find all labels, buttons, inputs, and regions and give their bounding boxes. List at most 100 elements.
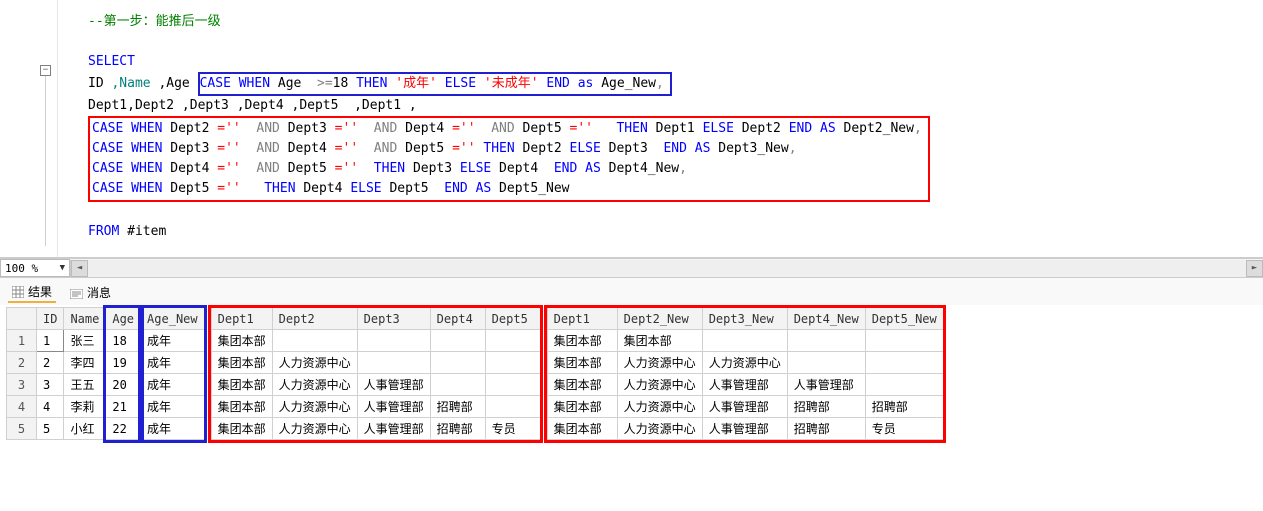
cell[interactable]: 专员 bbox=[865, 418, 943, 440]
code-area[interactable]: --第一步：能推后一级 SELECT ID ,Name ,Age CASE WH… bbox=[58, 0, 1263, 257]
cell[interactable] bbox=[430, 352, 485, 374]
table-row[interactable]: 11张三18成年 bbox=[7, 330, 205, 352]
cell[interactable] bbox=[702, 330, 787, 352]
cell[interactable]: 集团本部 bbox=[211, 396, 272, 418]
table-row[interactable]: 集团本部 bbox=[211, 330, 540, 352]
row-header[interactable]: 1 bbox=[7, 330, 37, 352]
cell[interactable]: 集团本部 bbox=[211, 352, 272, 374]
cell[interactable]: 1 bbox=[37, 330, 64, 352]
results-grid-2[interactable]: Dept1Dept2Dept3Dept4Dept5集团本部集团本部人力资源中心集… bbox=[211, 307, 541, 440]
cell[interactable] bbox=[357, 352, 430, 374]
cell[interactable]: 人力资源中心 bbox=[272, 374, 357, 396]
cell[interactable]: 招聘部 bbox=[787, 396, 865, 418]
cell[interactable]: 人力资源中心 bbox=[617, 396, 702, 418]
cell[interactable]: 集团本部 bbox=[211, 374, 272, 396]
cell[interactable]: 人力资源中心 bbox=[272, 352, 357, 374]
cell[interactable]: 集团本部 bbox=[547, 352, 617, 374]
col-header[interactable]: Dept3_New bbox=[702, 308, 787, 330]
table-row[interactable]: 集团本部集团本部 bbox=[547, 330, 943, 352]
cell[interactable] bbox=[865, 330, 943, 352]
cell[interactable]: 21 bbox=[106, 396, 141, 418]
col-header[interactable]: Dept3 bbox=[357, 308, 430, 330]
cell[interactable]: 集团本部 bbox=[547, 374, 617, 396]
cell[interactable] bbox=[430, 374, 485, 396]
cell[interactable]: 人事管理部 bbox=[357, 418, 430, 440]
table-row[interactable]: 集团本部人力资源中心 bbox=[211, 352, 540, 374]
cell[interactable]: 集团本部 bbox=[211, 418, 272, 440]
col-header[interactable]: Dept2 bbox=[272, 308, 357, 330]
cell[interactable]: 成年 bbox=[141, 418, 205, 440]
cell[interactable] bbox=[485, 374, 540, 396]
cell[interactable]: 5 bbox=[37, 418, 64, 440]
cell[interactable]: 招聘部 bbox=[430, 396, 485, 418]
cell[interactable]: 集团本部 bbox=[547, 396, 617, 418]
cell[interactable]: 人事管理部 bbox=[357, 396, 430, 418]
cell[interactable]: 成年 bbox=[141, 374, 205, 396]
tab-messages[interactable]: 消息 bbox=[66, 283, 115, 302]
row-header[interactable]: 3 bbox=[7, 374, 37, 396]
table-row[interactable]: 44李莉21成年 bbox=[7, 396, 205, 418]
cell[interactable]: 小红 bbox=[64, 418, 106, 440]
cell[interactable]: 人力资源中心 bbox=[702, 352, 787, 374]
table-row[interactable]: 集团本部人力资源中心人事管理部招聘部 bbox=[211, 396, 540, 418]
cell[interactable]: 18 bbox=[106, 330, 141, 352]
cell[interactable]: 张三 bbox=[64, 330, 106, 352]
table-row[interactable]: 集团本部人力资源中心人事管理部招聘部专员 bbox=[211, 418, 540, 440]
table-row[interactable]: 集团本部人力资源中心人事管理部招聘部招聘部 bbox=[547, 396, 943, 418]
cell[interactable]: 招聘部 bbox=[787, 418, 865, 440]
cell[interactable] bbox=[485, 352, 540, 374]
row-header[interactable]: 4 bbox=[7, 396, 37, 418]
cell[interactable]: 王五 bbox=[64, 374, 106, 396]
cell[interactable]: 集团本部 bbox=[547, 418, 617, 440]
cell[interactable]: 2 bbox=[37, 352, 64, 374]
table-row[interactable]: 集团本部人力资源中心人事管理部招聘部专员 bbox=[547, 418, 943, 440]
cell[interactable] bbox=[485, 396, 540, 418]
col-header[interactable]: Dept1 bbox=[547, 308, 617, 330]
sql-editor[interactable]: − --第一步：能推后一级 SELECT ID ,Name ,Age CASE … bbox=[0, 0, 1263, 258]
cell[interactable]: 成年 bbox=[141, 330, 205, 352]
cell[interactable]: 人事管理部 bbox=[702, 396, 787, 418]
col-header[interactable]: Dept2_New bbox=[617, 308, 702, 330]
row-header[interactable]: 5 bbox=[7, 418, 37, 440]
cell[interactable]: 招聘部 bbox=[865, 396, 943, 418]
table-row[interactable]: 集团本部人力资源中心人事管理部人事管理部 bbox=[547, 374, 943, 396]
cell[interactable]: 招聘部 bbox=[430, 418, 485, 440]
cell[interactable]: 人事管理部 bbox=[702, 418, 787, 440]
cell[interactable]: 3 bbox=[37, 374, 64, 396]
cell[interactable]: 集团本部 bbox=[617, 330, 702, 352]
cell[interactable]: 20 bbox=[106, 374, 141, 396]
cell[interactable] bbox=[865, 352, 943, 374]
col-header[interactable]: Dept1 bbox=[211, 308, 272, 330]
col-header[interactable]: ID bbox=[37, 308, 64, 330]
results-grid-3[interactable]: Dept1Dept2_NewDept3_NewDept4_NewDept5_Ne… bbox=[547, 307, 944, 440]
cell[interactable]: 成年 bbox=[141, 396, 205, 418]
cell[interactable]: 李莉 bbox=[64, 396, 106, 418]
cell[interactable]: 22 bbox=[106, 418, 141, 440]
cell[interactable] bbox=[430, 330, 485, 352]
results-grid-1[interactable]: IDNameAgeAge_New11张三18成年22李四19成年33王五20成年… bbox=[6, 307, 205, 440]
col-header[interactable]: Dept5 bbox=[485, 308, 540, 330]
cell[interactable]: 李四 bbox=[64, 352, 106, 374]
col-header[interactable]: Dept4_New bbox=[787, 308, 865, 330]
cell[interactable]: 人事管理部 bbox=[702, 374, 787, 396]
cell[interactable]: 集团本部 bbox=[547, 330, 617, 352]
cell[interactable]: 成年 bbox=[141, 352, 205, 374]
cell[interactable] bbox=[865, 374, 943, 396]
col-header[interactable]: Age_New bbox=[141, 308, 205, 330]
col-header[interactable]: Dept5_New bbox=[865, 308, 943, 330]
cell[interactable]: 人事管理部 bbox=[787, 374, 865, 396]
scroll-right-icon[interactable]: ► bbox=[1246, 260, 1263, 277]
zoom-combo[interactable]: 100 % ▼ bbox=[0, 259, 70, 277]
col-header[interactable]: Age bbox=[106, 308, 141, 330]
tab-results[interactable]: 结果 bbox=[8, 282, 56, 303]
cell[interactable]: 人力资源中心 bbox=[617, 418, 702, 440]
col-header[interactable]: Name bbox=[64, 308, 106, 330]
cell[interactable]: 人事管理部 bbox=[357, 374, 430, 396]
fold-toggle-icon[interactable]: − bbox=[40, 65, 51, 76]
cell[interactable] bbox=[272, 330, 357, 352]
cell[interactable] bbox=[485, 330, 540, 352]
cell[interactable] bbox=[787, 352, 865, 374]
row-header[interactable]: 2 bbox=[7, 352, 37, 374]
cell[interactable] bbox=[787, 330, 865, 352]
cell[interactable]: 19 bbox=[106, 352, 141, 374]
